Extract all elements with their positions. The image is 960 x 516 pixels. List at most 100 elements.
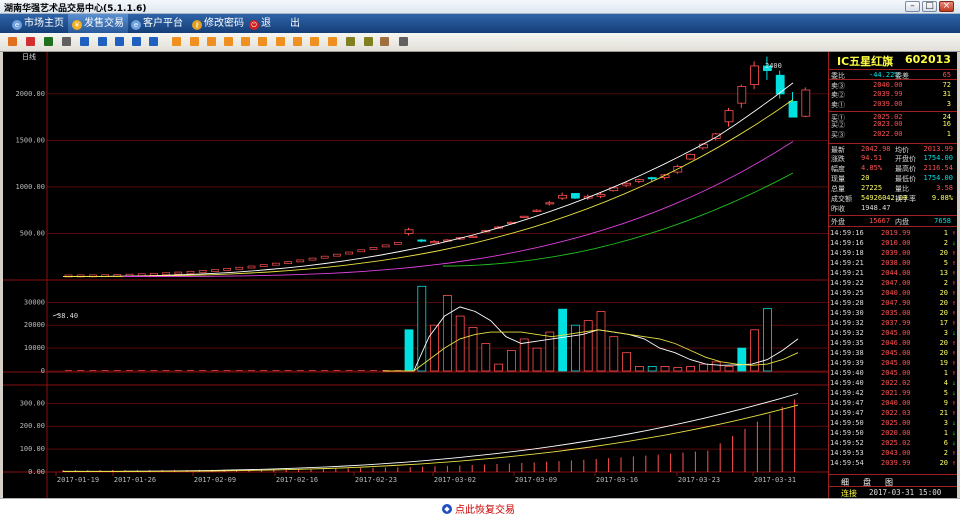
zoom-in-icon[interactable]: [346, 37, 355, 46]
tick-time: 14:59:32: [830, 319, 864, 327]
draw-icon[interactable]: [380, 37, 389, 46]
tick-volume: 20: [939, 349, 948, 357]
candle: [635, 179, 644, 182]
F7-icon[interactable]: [276, 37, 285, 46]
quote-board: IC五星红旗 602013 委比 -44.22% 委差 65 外盘 15667 …: [828, 52, 957, 498]
tool-icon[interactable]: [132, 37, 141, 46]
tick-time: 14:59:38: [830, 349, 864, 357]
close-icon[interactable]: [149, 37, 158, 46]
instrument-name: IC五星红旗: [837, 55, 894, 68]
menu-market-home[interactable]: e 市场主页: [12, 14, 64, 33]
F2-icon[interactable]: [190, 37, 199, 46]
tick-row: 14:59:40 2045.00 1 ↑: [829, 368, 957, 378]
menu-exit-2[interactable]: 出: [290, 14, 300, 33]
candle: [235, 266, 244, 270]
menu-client-platform[interactable]: e 客户平台: [131, 14, 183, 33]
menu-change-password[interactable]: ⚷ 修改密码: [192, 14, 244, 33]
zoom-out-icon[interactable]: [364, 37, 373, 46]
tick-time: 14:59:35: [830, 339, 864, 347]
bid-price: 2023.00: [873, 120, 903, 128]
volume-bar: [558, 308, 567, 372]
tick-time: 14:59:47: [830, 399, 864, 407]
tool-icon[interactable]: [98, 37, 107, 46]
volume-bar: [583, 320, 593, 372]
tick-volume: 17: [939, 319, 948, 327]
start-price-label: 38.40: [57, 312, 78, 320]
tick-price: 2040.00: [881, 399, 911, 407]
tick-price: 2025.00: [881, 419, 911, 427]
tick-row: 14:59:39 2045.00 19 ↑: [829, 358, 957, 368]
F10-icon[interactable]: [328, 37, 337, 46]
candle: [417, 239, 427, 242]
tick-time: 14:59:54: [830, 459, 864, 467]
tick-list[interactable]: 14:59:16 2019.99 1 ↑ 14:59:16 2010.00 2 ↓ 14:59:…: [829, 226, 957, 472]
tick-volume: 19: [939, 359, 948, 367]
bid-row: 买② 2023.00 16: [829, 119, 957, 129]
maximize-button[interactable]: □: [922, 1, 937, 12]
menu-label: 出: [290, 18, 300, 29]
volume-bar: [737, 347, 747, 372]
candlestick-icon[interactable]: [44, 37, 53, 46]
tick-price: 2046.00: [881, 339, 911, 347]
candle: [247, 265, 256, 269]
tick-price: 2045.00: [881, 359, 911, 367]
volume-bar: [481, 343, 491, 372]
candle: [333, 253, 341, 257]
tick-price: 2039.00: [881, 249, 911, 257]
F3-icon[interactable]: [207, 37, 216, 46]
candle: [468, 235, 478, 238]
candle: [259, 264, 268, 267]
tick-price: 2022.02: [881, 379, 911, 387]
tick-price: 2047.00: [881, 279, 911, 287]
tick-time: 14:59:18: [830, 249, 864, 257]
arrow-up-icon: ↑: [951, 309, 956, 317]
F8-icon[interactable]: [293, 37, 302, 46]
ask-row: 卖③ 2040.00 72: [829, 79, 957, 90]
menu-issue-trade[interactable]: ¥ 发售交易: [68, 14, 128, 33]
F1-icon[interactable]: [172, 37, 181, 46]
tick-row: 14:59:21 2044.00 13 ↑: [829, 268, 957, 278]
tick-price: 2045.00: [881, 329, 911, 337]
candle: [737, 86, 747, 104]
price-tick-label: 1000.00: [15, 183, 45, 191]
candle: [801, 89, 811, 117]
table-icon[interactable]: [62, 37, 71, 46]
stat-value: 2116.54: [923, 164, 953, 172]
F6-icon[interactable]: [258, 37, 267, 46]
kline-chart[interactable]: 2000.00 1500.00 1000.00 500.00 30000 20000 100…: [3, 52, 828, 498]
F4-icon[interactable]: [224, 37, 233, 46]
arrow-up-icon: ↑: [951, 259, 956, 267]
close-button[interactable]: ×: [939, 1, 954, 12]
restore-trading-link[interactable]: ◆ 点此恢复交易: [442, 501, 515, 516]
F9-icon[interactable]: [310, 37, 319, 46]
candle: [571, 193, 580, 199]
stat-value: 9.08%: [931, 194, 953, 202]
volume-bar: [609, 336, 619, 372]
bar-chart-icon[interactable]: [8, 37, 17, 46]
board-tabs: 细 盘 图: [829, 474, 957, 487]
layout-icon[interactable]: [80, 37, 89, 46]
tool-icon[interactable]: [115, 37, 124, 46]
trend-icon[interactable]: [26, 37, 35, 46]
settings-icon[interactable]: [399, 37, 408, 46]
tick-time: 14:59:16: [830, 239, 864, 247]
arrow-down-icon: ↓: [951, 419, 956, 427]
tick-time: 14:59:52: [830, 439, 864, 447]
restore-icon: ◆: [442, 503, 452, 514]
tick-row: 14:59:30 2035.00 20 ↑: [829, 308, 957, 318]
menu-exit[interactable]: ⏻ 退: [249, 14, 271, 33]
tick-row: 14:59:32 2045.00 3 ↓: [829, 328, 957, 338]
main-menu-bar: e 市场主页 ¥ 发售交易 e 客户平台 ⚷ 修改密码 ⏻ 退 出: [0, 14, 960, 33]
tick-time: 14:59:40: [830, 369, 864, 377]
tick-volume: 21: [939, 409, 948, 417]
candle: [211, 269, 219, 272]
tick-row: 14:59:40 2022.02 4 ↓: [829, 378, 957, 388]
tick-volume: 3: [943, 419, 948, 427]
tick-row: 14:59:54 2039.99 20 ↑: [829, 458, 957, 468]
F5-icon[interactable]: [241, 37, 250, 46]
tick-price: 2045.00: [881, 369, 911, 377]
candle: [545, 202, 555, 205]
volume-bar: [442, 295, 452, 372]
minimize-button[interactable]: –: [905, 1, 920, 12]
tick-row: 14:59:32 2037.99 17 ↑: [829, 318, 957, 328]
